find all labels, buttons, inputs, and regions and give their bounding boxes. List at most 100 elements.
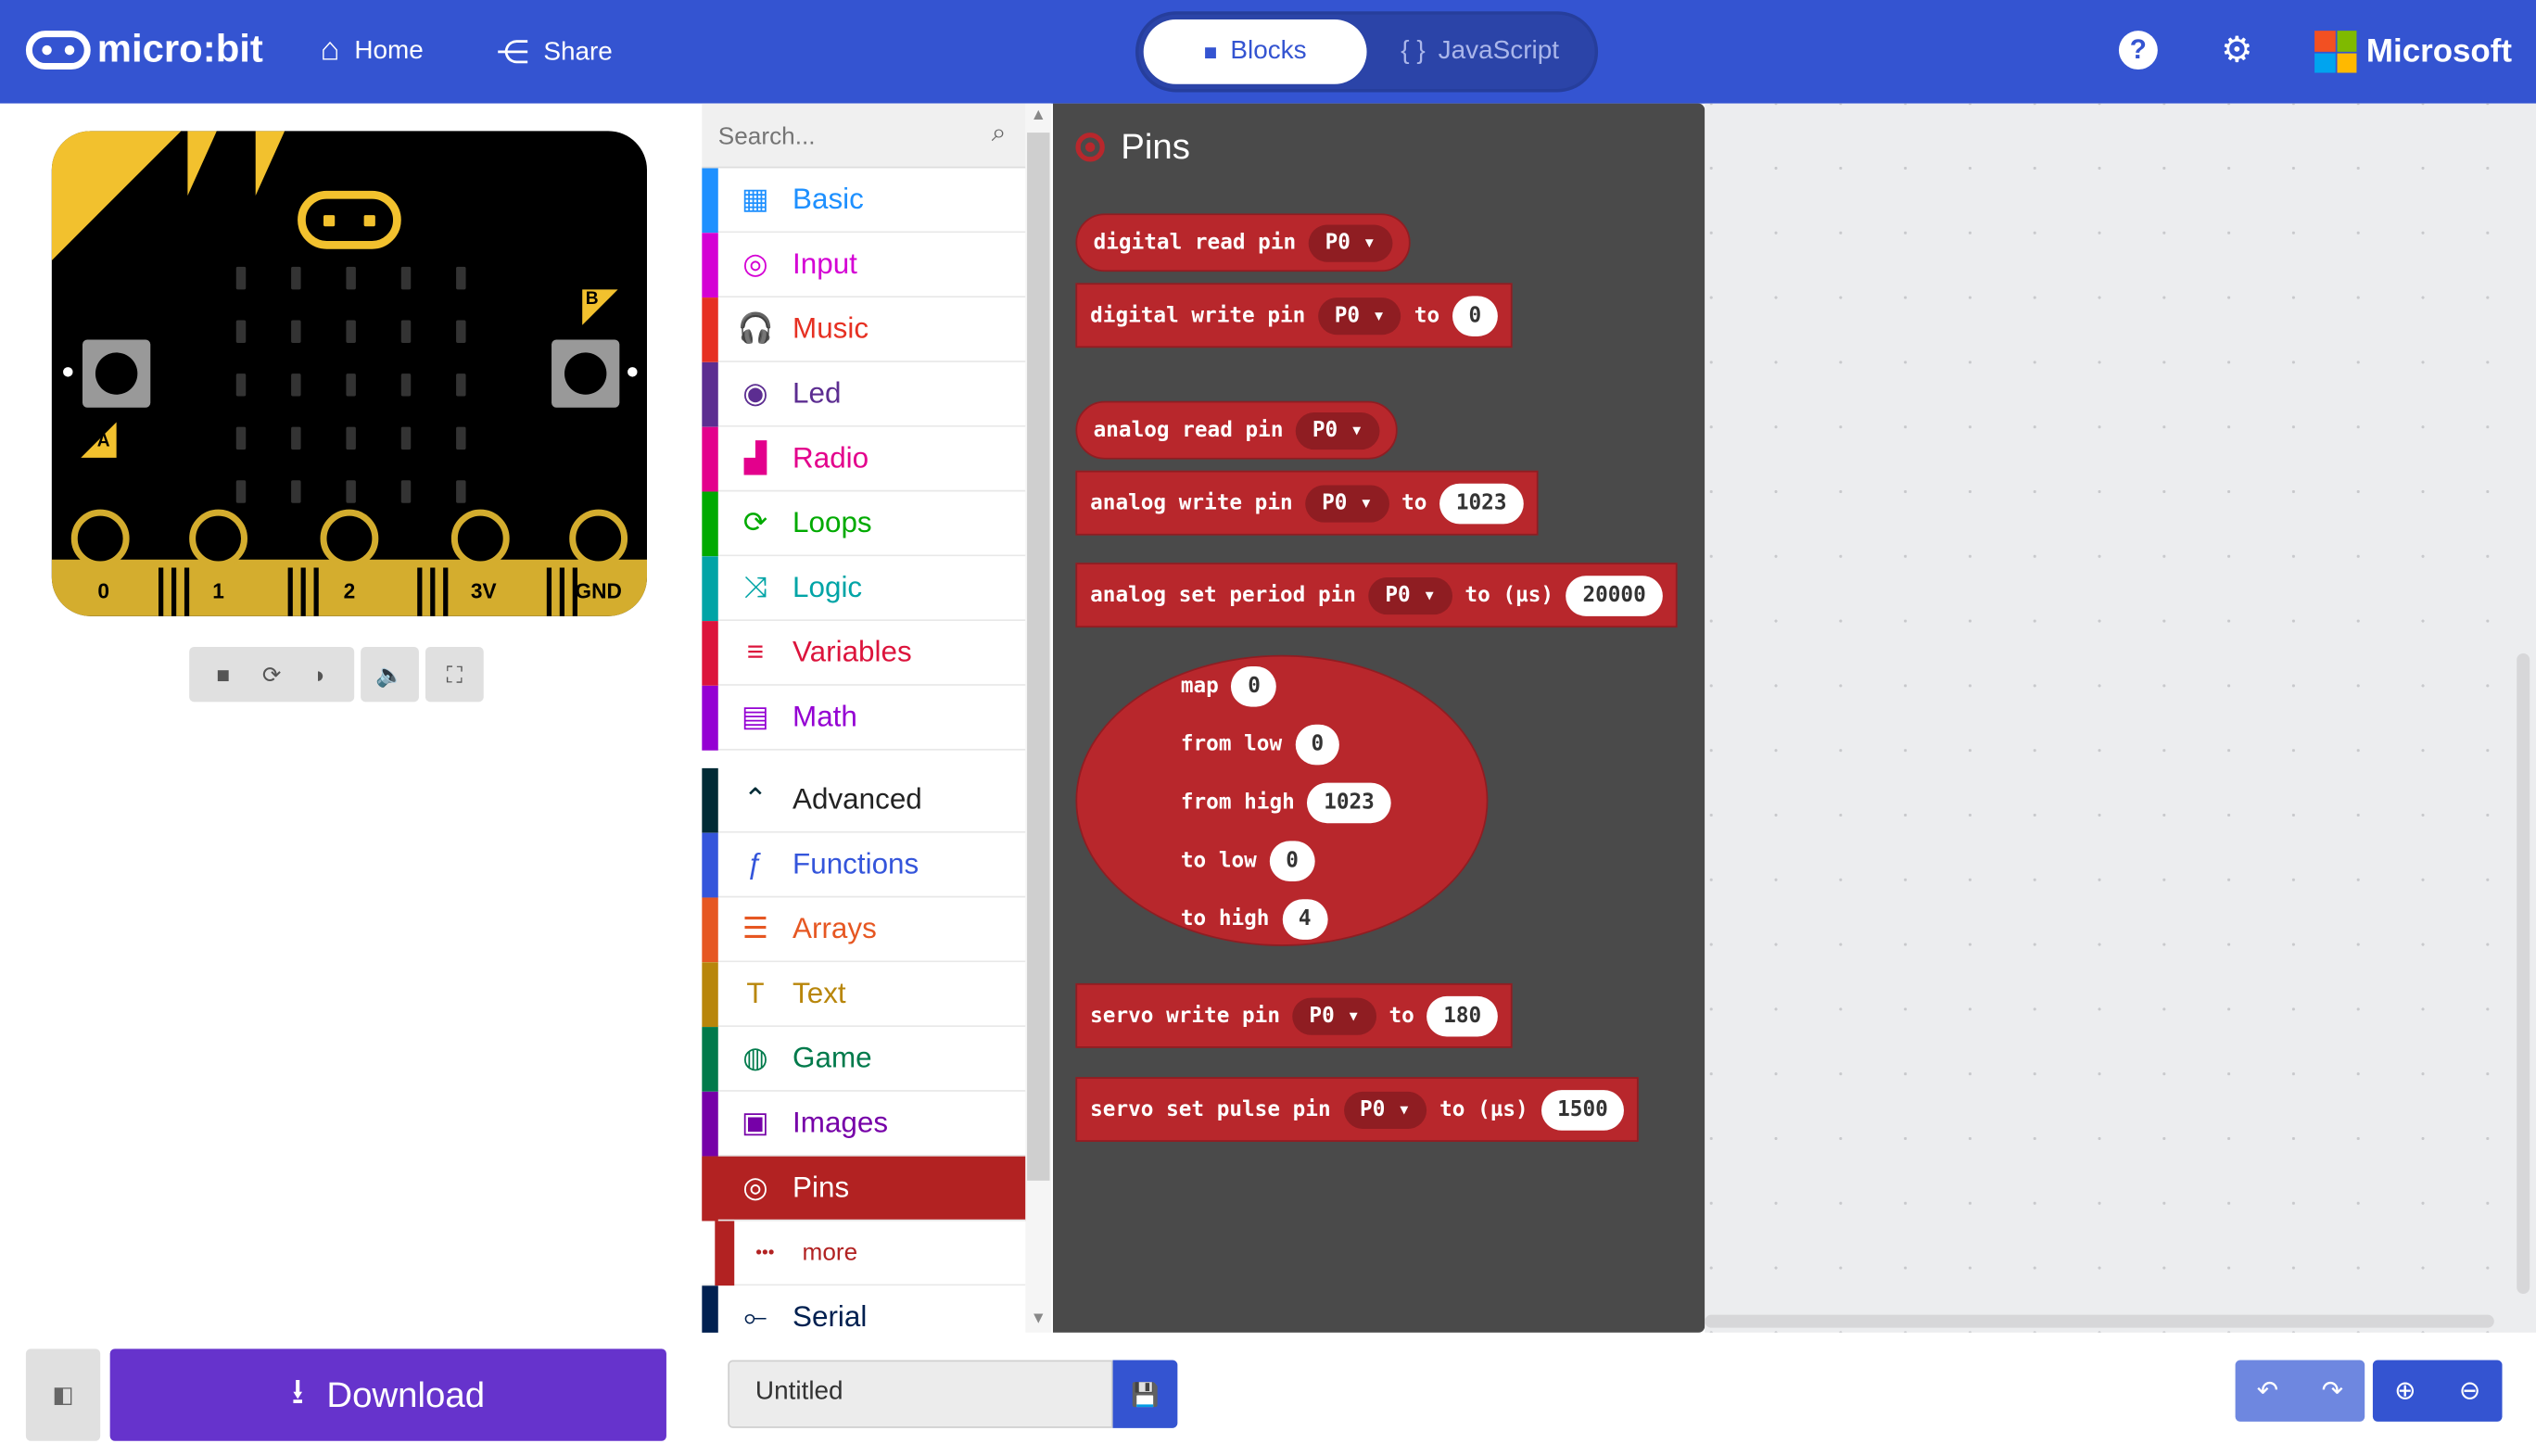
search-icon[interactable]: ⌕ [992,120,1007,148]
pin-dropdown[interactable]: P0 ▾ [1305,484,1389,522]
pin-dropdown[interactable]: P0 ▾ [1368,576,1452,614]
restart-icon[interactable]: ⟳ [247,661,296,689]
pin-dropdown[interactable]: P0 ▾ [1343,1091,1427,1129]
blocks-workspace[interactable] [1705,103,2536,1333]
download-button[interactable]: ⭳ Download [109,1348,666,1441]
led [235,426,247,450]
microbit-simulator[interactable]: A B 0 1 2 3V GND [51,131,647,616]
pin-2-pad[interactable] [320,509,379,568]
number-input[interactable]: 0 [1231,665,1277,707]
category-label: Game [792,1041,872,1074]
number-input[interactable]: 0 [1452,295,1498,336]
analog-set-period-block[interactable]: analog set period pin P0 ▾ to (µs) 20000 [1075,563,1677,628]
category-text[interactable]: T Text [702,962,1026,1028]
edge-connector-stripe [171,567,177,616]
save-icon: 💾 [1131,1380,1160,1407]
collapse-simulator-button[interactable]: ◧ [25,1348,101,1441]
pin-1-pad[interactable] [189,509,247,568]
number-input[interactable]: 1023 [1307,782,1391,824]
category-led[interactable]: ◉ Led [702,361,1026,427]
digital-write-pin-block[interactable]: digital write pin P0 ▾ to 0 [1075,283,1513,348]
board-logo-icon[interactable] [298,190,401,249]
search-input[interactable] [717,116,961,156]
number-input[interactable]: 1500 [1541,1089,1625,1130]
toolbox: ⌕ ▦ Basic ◎ Input 🎧 Music ◉ Led ▟ Radio ⟳ Loops ⤨ Log… [702,103,1052,1351]
category-label: Advanced [792,782,922,816]
category-math[interactable]: ▤ Math [702,685,1026,751]
fullscreen-icon[interactable]: ⛶ [430,661,478,689]
toggle-icon: ◉ [742,376,768,410]
pin-dropdown[interactable]: P0 ▾ [1296,411,1379,449]
save-button[interactable]: 💾 [1112,1360,1178,1428]
zoom-out-icon[interactable]: ⊖ [2438,1361,2503,1422]
list-icon: ≡ [746,635,765,668]
flyout-title-text: Pins [1121,126,1190,167]
category-functions[interactable]: ƒ Functions [702,832,1026,898]
project-name-input[interactable] [754,1377,1079,1408]
zoom-in-icon[interactable]: ⊕ [2373,1361,2438,1422]
refresh-icon: ⟳ [742,506,768,539]
scroll-down-icon[interactable]: ▼ [1031,1310,1046,1327]
category-radio[interactable]: ▟ Radio [702,426,1026,492]
category-color-bar [702,233,718,298]
digital-read-pin-block[interactable]: digital read pin P0 ▾ [1075,213,1410,272]
slow-motion-icon[interactable]: ◗ [296,662,344,688]
workspace-horizontal-scrollbar[interactable] [1705,1314,2494,1328]
led [456,266,466,290]
category-music[interactable]: 🎧 Music [702,298,1026,362]
number-input[interactable]: 0 [1269,841,1315,882]
pin-dropdown[interactable]: P0 ▾ [1318,297,1401,335]
button-a[interactable] [82,339,151,408]
image-icon: ▣ [742,1106,769,1139]
pin-dropdown[interactable]: P0 ▾ [1309,223,1392,261]
redo-icon[interactable]: ↷ [2300,1361,2365,1422]
pin-label: 3V [470,578,497,603]
undo-icon[interactable]: ↶ [2236,1361,2301,1422]
category-game[interactable]: ◍ Game [702,1027,1026,1092]
function-icon: ƒ [747,847,764,880]
analog-write-pin-block[interactable]: analog write pin P0 ▾ to 1023 [1075,470,1538,536]
number-input[interactable]: 0 [1295,724,1340,766]
category-input[interactable]: ◎ Input [702,233,1026,298]
category-more[interactable]: ••• more [702,1221,1026,1286]
toolbox-scroll-thumb[interactable] [1027,133,1050,1181]
servo-set-pulse-block[interactable]: servo set pulse pin P0 ▾ to (µs) 1500 [1075,1077,1639,1142]
category-label: Music [792,311,869,345]
board-corner-decoration [187,131,217,196]
pin-0-pad[interactable] [70,509,130,568]
mute-icon[interactable]: 🔈 [365,661,413,689]
block-label: analog set period pin [1090,583,1356,608]
edge-connector-stripe [443,567,449,616]
category-basic[interactable]: ▦ Basic [702,168,1026,234]
map-block[interactable]: map 0 from low 0 from high 1023 to low 0… [1075,654,1489,946]
pin-dropdown[interactable]: P0 ▾ [1292,996,1376,1034]
analog-read-pin-block[interactable]: analog read pin P0 ▾ [1075,400,1398,460]
number-input[interactable]: 20000 [1566,575,1663,615]
number-input[interactable]: 180 [1426,995,1498,1036]
pin-3v-pad [450,509,510,568]
category-color-bar [702,767,718,833]
button-b[interactable] [552,339,620,408]
number-input[interactable]: 1023 [1439,482,1523,524]
stop-icon[interactable]: ■ [199,662,247,688]
number-input[interactable]: 4 [1282,899,1327,940]
category-label: Text [792,976,846,1009]
edge-connector-stripe [313,567,319,616]
led [235,266,247,290]
edge-connector-stripe [287,567,293,616]
category-arrays[interactable]: ☰ Arrays [702,897,1026,963]
category-variables[interactable]: ≡ Variables [702,621,1026,686]
category-logic[interactable]: ⤨ Logic [702,556,1026,622]
category-loops[interactable]: ⟳ Loops [702,491,1026,557]
block-label: to [1401,490,1427,515]
text-icon: T [746,976,765,1009]
scroll-up-icon[interactable]: ▲ [1031,107,1046,124]
category-advanced[interactable]: ⌃ Advanced [702,767,1026,833]
category-pins[interactable]: ◎ Pins [702,1156,1026,1222]
led [456,480,466,503]
edge-connector-stripe [559,567,565,616]
workspace-vertical-scrollbar[interactable] [2517,652,2530,1294]
servo-write-pin-block[interactable]: servo write pin P0 ▾ to 180 [1075,982,1513,1048]
board-corner-decoration [51,131,182,260]
category-images[interactable]: ▣ Images [702,1091,1026,1157]
